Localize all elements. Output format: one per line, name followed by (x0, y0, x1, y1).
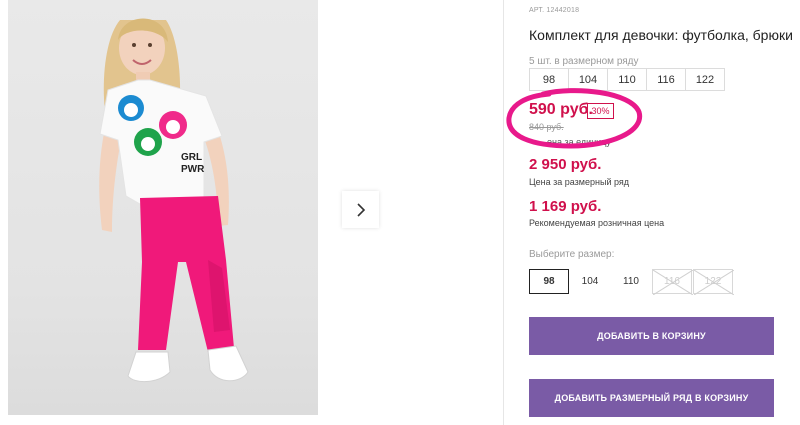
size-picker-label: Выберите размер: (529, 249, 615, 260)
product-title: Комплект для девочки: футболка, брюки (529, 27, 793, 43)
shirt-print-text: GRL (181, 152, 202, 163)
size-picker: 98 104 110 116 122 (529, 269, 734, 295)
pack-sizes-row: 98 104 110 116 122 (529, 68, 725, 91)
size-option-104[interactable]: 104 (570, 269, 610, 294)
girl-illustration: GRL PWR (99, 18, 249, 382)
column-divider (503, 0, 504, 425)
discount-badge: 30% (587, 103, 614, 119)
old-price: 840 руб. (529, 122, 564, 132)
rrp-price: 1 169 руб. (529, 198, 602, 215)
row-price-label: Цена за размерный ряд (529, 177, 630, 187)
add-row-to-cart-button[interactable]: ДОБАВИТЬ РАЗМЕРНЫЙ РЯД В КОРЗИНУ (529, 379, 774, 417)
product-sku: АРТ. 12442018 (529, 7, 580, 14)
size-option-110[interactable]: 110 (611, 269, 651, 294)
unit-price-label: ена за единицу (547, 137, 611, 147)
pack-size-cell: 116 (646, 68, 686, 91)
pack-size-cell: 104 (568, 68, 608, 91)
svg-text:PWR: PWR (181, 164, 205, 175)
product-photo: GRL PWR (8, 0, 318, 415)
unit-price: 590 руб. (529, 101, 593, 118)
pack-size-cell: 122 (685, 68, 725, 91)
crossed-out-icon (694, 270, 734, 295)
crossed-out-icon (653, 270, 693, 295)
size-option-122: 122 (693, 269, 734, 295)
rrp-price-label: Рекомендуемая розничная цена (529, 218, 665, 228)
size-option-98[interactable]: 98 (529, 269, 569, 294)
pack-size-cell: 110 (607, 68, 647, 91)
row-price: 2 950 руб. (529, 156, 602, 173)
add-to-cart-button[interactable]: ДОБАВИТЬ В КОРЗИНУ (529, 317, 774, 355)
size-option-116: 116 (652, 269, 693, 295)
chevron-right-icon (356, 202, 365, 217)
pack-size-cell: 98 (529, 68, 569, 91)
pack-label: 5 шт. в размерном ряду (529, 56, 639, 67)
gallery-next-button[interactable] (342, 191, 379, 228)
